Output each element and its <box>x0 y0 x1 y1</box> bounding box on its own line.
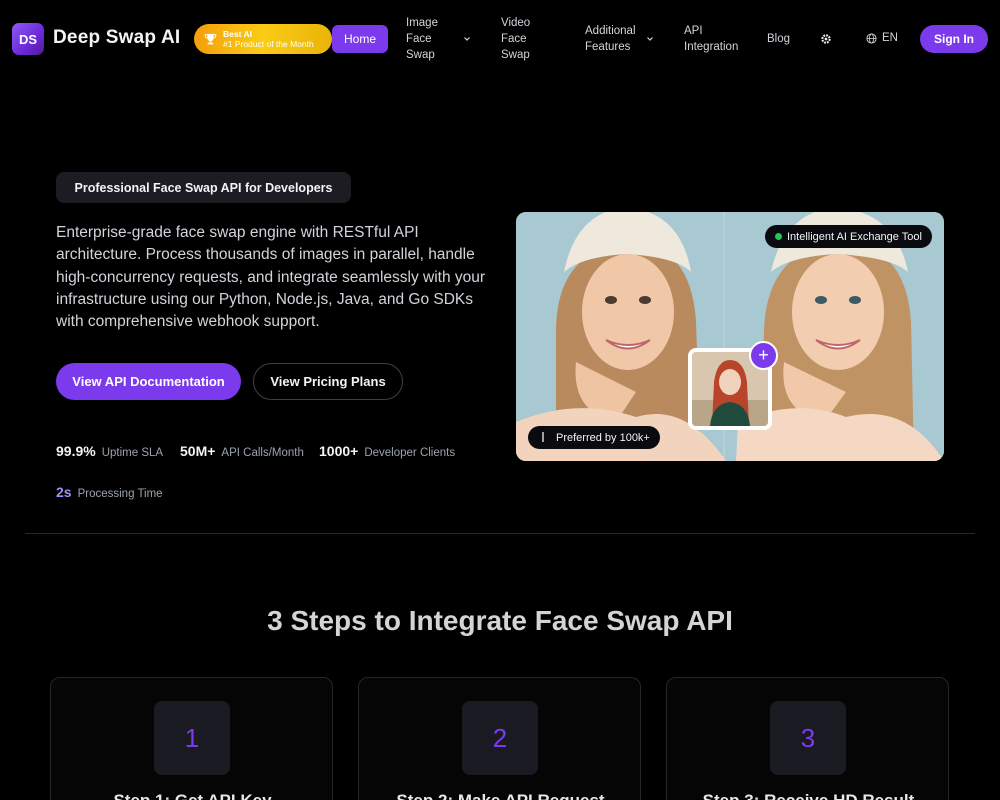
trophy-icon <box>204 33 217 44</box>
step-number: 2 <box>462 701 538 775</box>
step-card-2: 2 Step 2: Make API Request <box>358 677 641 800</box>
nav-label-line: API <box>684 25 703 37</box>
section-divider <box>25 533 975 534</box>
nav-home[interactable]: Home <box>332 25 388 53</box>
ai-exchange-tool-label: Intelligent AI Exchange Tool <box>787 230 922 243</box>
stat-label: API Calls/Month <box>221 447 304 459</box>
ai-exchange-tool-tag: Intelligent AI Exchange Tool <box>765 225 932 248</box>
gear-icon[interactable] <box>819 32 833 46</box>
stat-processing-time: 2s Processing Time <box>56 484 163 500</box>
stat-value: 1000+ <box>319 443 359 459</box>
globe-icon <box>866 32 877 44</box>
nav-label-line: Swap <box>501 49 530 61</box>
nav-label-line: Face <box>501 33 527 45</box>
step-number: 3 <box>770 701 846 775</box>
status-dot-icon <box>775 233 782 240</box>
chevron-down-icon[interactable] <box>463 35 471 43</box>
steps-section-title: 3 Steps to Integrate Face Swap API <box>267 605 733 636</box>
brand-name[interactable]: Deep Swap AI <box>53 27 180 49</box>
marker-icon <box>542 432 544 442</box>
preferred-by-label: Preferred by 100k+ <box>556 431 650 444</box>
hero-description: Enterprise-grade face swap engine with R… <box>56 224 486 331</box>
view-pricing-button[interactable]: View Pricing Plans <box>253 363 403 400</box>
stat-label: Processing Time <box>77 488 163 500</box>
sign-in-button[interactable]: Sign In <box>920 25 988 53</box>
stat-label: Uptime SLA <box>101 447 164 459</box>
logo-badge[interactable]: DS <box>12 23 44 55</box>
stat-value: 2s <box>56 484 72 500</box>
hero-pill: Professional Face Swap API for Developer… <box>56 172 351 203</box>
chevron-down-icon[interactable] <box>646 35 654 43</box>
award-subtitle: #1 Product of the Month <box>223 39 314 49</box>
step-card-1: 1 Step 1: Get API Key <box>50 677 333 800</box>
nav-label-line: Integration <box>684 41 739 53</box>
step-title: Step 1: Get API Key <box>51 791 334 800</box>
top-navigation: DS Deep Swap AI Best AI #1 Product of th… <box>0 0 1000 78</box>
step-card-3: 3 Step 3: Receive HD Result <box>666 677 949 800</box>
language-label: EN <box>882 32 898 44</box>
plus-icon[interactable]: + <box>749 341 778 370</box>
nav-label-line: Features <box>585 41 631 53</box>
nav-label-line: Additional <box>585 25 636 37</box>
view-api-docs-button[interactable]: View API Documentation <box>56 363 241 400</box>
nav-label-line: Face <box>406 33 432 45</box>
nav-label-line: Image <box>406 17 438 29</box>
nav-video-face-swap[interactable]: Video Face Swap <box>501 15 530 63</box>
step-title: Step 2: Make API Request <box>359 791 642 800</box>
step-number: 1 <box>154 701 230 775</box>
award-badge[interactable]: Best AI #1 Product of the Month <box>194 24 332 54</box>
nav-label-line: Video <box>501 17 531 29</box>
nav-blog[interactable]: Blog <box>767 31 790 47</box>
nav-api-integration[interactable]: API Integration <box>684 23 738 55</box>
nav-additional-features[interactable]: Additional Features <box>585 23 636 55</box>
nav-label-line: Swap <box>406 49 435 61</box>
preferred-by-tag: Preferred by 100k+ <box>528 426 660 449</box>
step-title: Step 3: Receive HD Result <box>667 791 950 800</box>
nav-image-face-swap[interactable]: Image Face Swap <box>406 15 438 63</box>
stat-label: Developer Clients <box>364 447 456 459</box>
stat-value: 50M+ <box>180 443 216 459</box>
award-title: Best AI <box>223 29 252 39</box>
stat-value: 99.9% <box>56 443 96 459</box>
stat-api-calls: 50M+ API Calls/Month <box>180 443 304 459</box>
language-selector[interactable]: EN <box>866 32 898 44</box>
stat-uptime: 99.9% Uptime SLA <box>56 443 163 459</box>
stat-clients: 1000+ Developer Clients <box>319 443 455 459</box>
